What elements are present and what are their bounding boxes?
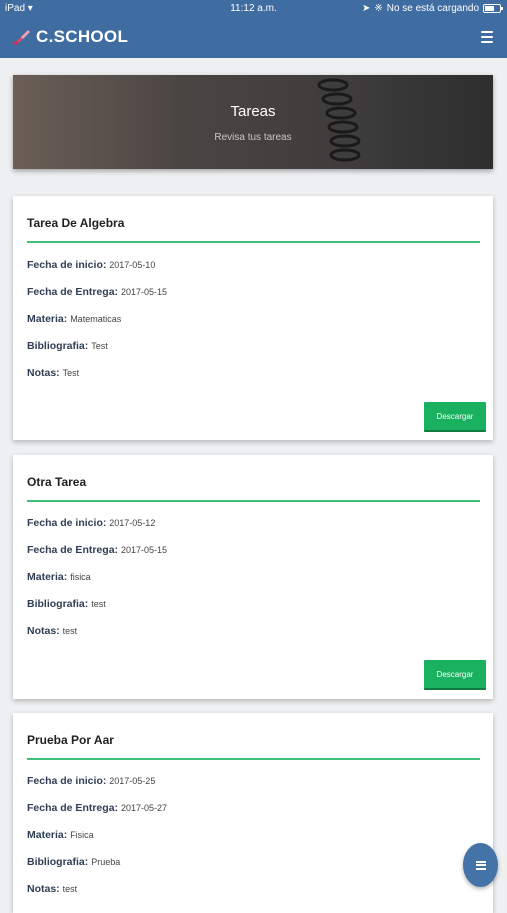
task-title: Otra Tarea	[27, 475, 87, 489]
notes: Notas: Test	[27, 367, 80, 379]
notes: Notas: test	[27, 883, 78, 895]
app-title: C.SCHOOL	[36, 27, 129, 46]
due-date: Fecha de Entrega: 2017-05-15	[27, 286, 167, 298]
task-card: Tarea De Algebra Fecha de inicio: 2017-0…	[13, 196, 493, 440]
notes: Notas: test	[27, 625, 78, 637]
start-date: Fecha de inicio: 2017-05-25	[27, 775, 156, 787]
due-date: Fecha de Entrega: 2017-05-27	[27, 802, 167, 814]
bibliography: Bibliografia: Prueba	[27, 856, 121, 868]
task-card: Prueba Por Aar Fecha de inicio: 2017-05-…	[13, 713, 493, 913]
task-title: Prueba Por Aar	[27, 733, 114, 747]
page-title: Tareas	[230, 103, 276, 120]
brand[interactable]: C.SCHOOL	[12, 27, 128, 47]
page-subtitle: Revisa tus tareas	[214, 132, 292, 143]
subject: Materia: fisica	[27, 571, 91, 583]
divider	[27, 241, 480, 243]
notebook-spiral-image	[317, 78, 361, 162]
divider	[27, 500, 480, 502]
bibliography: Bibliografia: test	[27, 598, 106, 610]
hamburger-menu-icon[interactable]	[481, 31, 493, 43]
app-header: C.SCHOOL	[0, 18, 507, 58]
menu-icon	[475, 860, 486, 870]
task-title: Tarea De Algebra	[27, 216, 125, 230]
status-bar: iPad ▾ 11:12 a.m. ➤ ※ No se está cargand…	[0, 0, 507, 18]
brush-logo-icon	[14, 30, 30, 45]
start-date: Fecha de inicio: 2017-05-12	[27, 517, 156, 529]
divider	[27, 758, 480, 760]
status-right: ➤ ※ No se está cargando	[361, 3, 503, 14]
bluetooth-icon: ※	[374, 3, 383, 14]
bibliography: Bibliografia: Test	[27, 340, 108, 352]
subject: Materia: Fisica	[27, 829, 94, 841]
task-card: Otra Tarea Fecha de inicio: 2017-05-12 F…	[13, 455, 493, 699]
hero-banner: Tareas Revisa tus tareas	[13, 75, 493, 169]
battery-icon	[483, 4, 503, 13]
download-button[interactable]: Descargar	[424, 660, 486, 690]
subject: Materia: Matematicas	[27, 313, 122, 325]
floating-menu-button[interactable]	[463, 843, 498, 887]
start-date: Fecha de inicio: 2017-05-10	[27, 259, 156, 271]
download-button[interactable]: Descargar	[424, 402, 486, 432]
location-icon: ➤	[361, 3, 371, 14]
due-date: Fecha de Entrega: 2017-05-15	[27, 544, 167, 556]
charging-status: No se está cargando	[386, 3, 479, 14]
